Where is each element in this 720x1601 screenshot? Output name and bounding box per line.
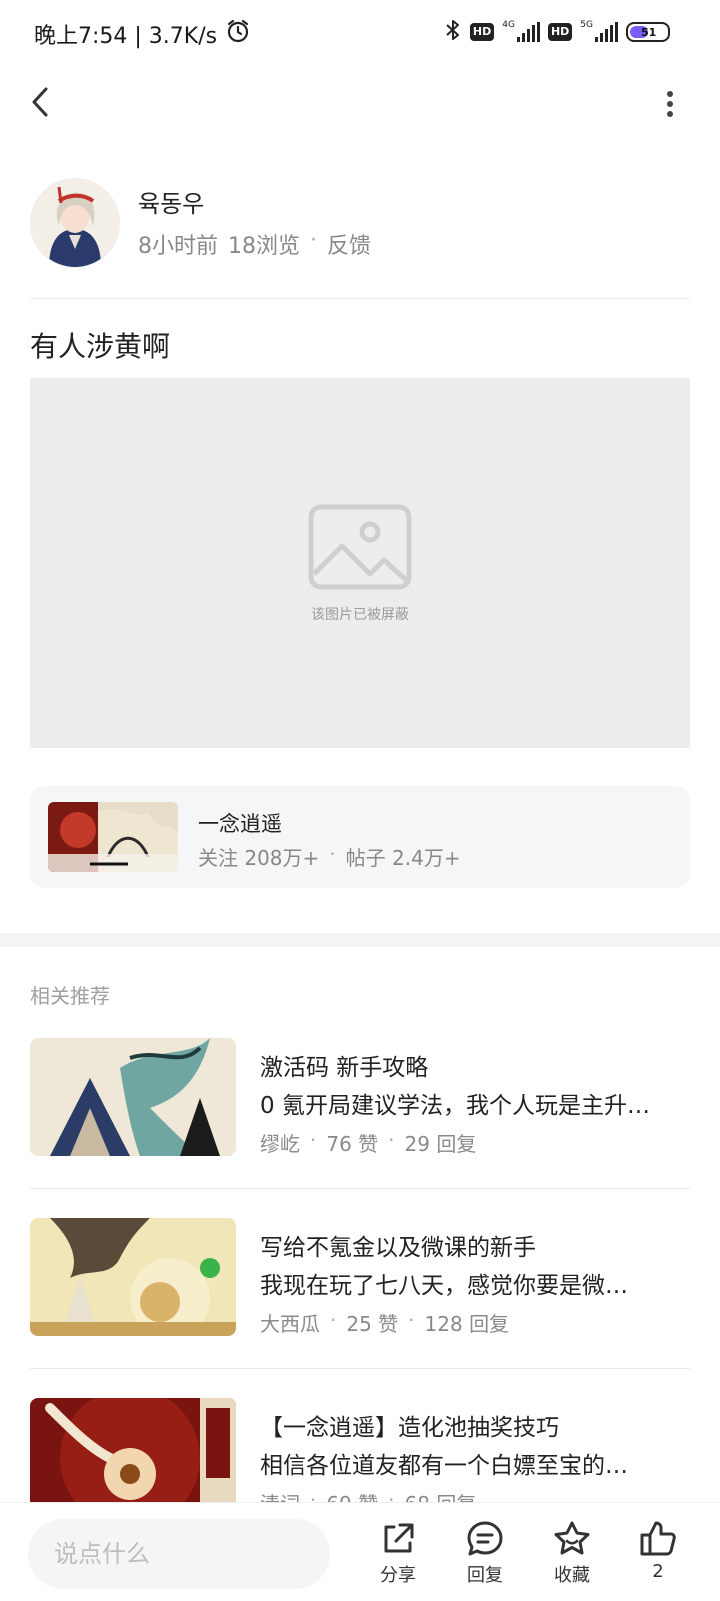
rec-separator: · xyxy=(408,1308,415,1332)
hd-badge: HD xyxy=(469,23,495,41)
network-label-5g: 5G xyxy=(580,20,593,30)
rec-replies: 29 回复 xyxy=(404,1132,477,1156)
post-meta: 8小时前 18浏览 · 反馈 xyxy=(138,228,371,260)
rec-excerpt: 0 氪开局建议学法，我个人玩是主升… xyxy=(260,1093,650,1119)
avatar[interactable] xyxy=(30,178,120,268)
post-time: 8小时前 xyxy=(138,234,218,259)
bottom-action-bar: 分享 回复 收藏 2 xyxy=(0,1502,720,1601)
rec-title: 【一念逍遥】造化池抽奖技巧 xyxy=(260,1415,559,1441)
rec-author: 大西瓜 xyxy=(260,1312,320,1336)
rec-author: 清词 xyxy=(260,1488,300,1502)
share-label: 分享 xyxy=(380,1565,416,1586)
favorite-button[interactable]: 收藏 xyxy=(537,1519,607,1595)
alarm-icon xyxy=(225,18,251,50)
rec-thumbnail xyxy=(30,1398,236,1502)
battery-level: 51 xyxy=(641,25,657,39)
meta-separator: · xyxy=(310,228,317,253)
signal-icon-2 xyxy=(595,22,618,42)
rec-title: 写给不氪金以及微课的新手 xyxy=(260,1235,536,1261)
rec-likes: 76 赞 xyxy=(326,1132,379,1156)
rec-title: 激活码 新手攻略 xyxy=(260,1055,429,1081)
like-count: 2 xyxy=(652,1561,664,1582)
signal-icon xyxy=(516,22,540,42)
rec-likes: 25 赞 xyxy=(346,1312,399,1336)
post-title: 有人涉黄啊 xyxy=(30,330,171,363)
list-item[interactable]: 激活码 新手攻略 0 氪开局建议学法，我个人玩是主升… 缪屹 · 76 赞 · … xyxy=(30,1038,690,1156)
game-name: 一念逍遥 xyxy=(198,812,282,836)
hd-badge-2: HD xyxy=(547,23,573,41)
rec-thumbnail xyxy=(30,1218,236,1336)
game-stats: 关注 208万+ · 帖子 2.4万+ xyxy=(198,842,461,871)
divider xyxy=(30,1188,690,1189)
rec-replies: 128 回复 xyxy=(424,1312,510,1336)
status-bar: 晚上7:54 | 3.7K/s HD 4G HD 5G 51 xyxy=(0,0,720,70)
rec-excerpt: 相信各位道友都有一个白嫖至宝的… xyxy=(260,1453,628,1479)
reply-icon xyxy=(467,1521,503,1556)
back-button[interactable] xyxy=(24,84,60,120)
section-gap xyxy=(0,933,720,947)
blocked-image-text: 该图片已被屏蔽 xyxy=(311,607,409,623)
favorite-label: 收藏 xyxy=(554,1565,590,1586)
rec-author: 缪屹 xyxy=(260,1132,300,1156)
rec-meta: 缪屹 · 76 赞 · 29 回复 xyxy=(260,1128,476,1157)
share-icon xyxy=(384,1523,414,1553)
status-time-speed: 晚上7:54 | 3.7K/s xyxy=(34,24,218,49)
favorite-star-icon xyxy=(554,1521,590,1555)
bluetooth-icon xyxy=(444,18,462,46)
back-arrow-icon xyxy=(32,87,48,117)
status-right: HD 4G HD 5G 51 xyxy=(444,18,670,46)
share-button[interactable]: 分享 xyxy=(363,1519,433,1595)
more-options-button[interactable] xyxy=(660,86,680,122)
rec-separator: · xyxy=(310,1488,317,1502)
like-thumb-icon xyxy=(640,1521,676,1556)
list-item[interactable]: 写给不氪金以及微课的新手 我现在玩了七八天，感觉你要是微… 大西瓜 · 25 赞… xyxy=(30,1218,690,1336)
feedback-link[interactable]: 反馈 xyxy=(327,228,371,260)
rec-likes: 69 赞 xyxy=(326,1488,378,1502)
divider xyxy=(30,1368,690,1369)
like-button[interactable]: 2 xyxy=(623,1519,693,1595)
post-author: 육동우 8小时前 18浏览 · 反馈 xyxy=(30,178,690,268)
more-vertical-icon xyxy=(667,91,673,117)
author-name[interactable]: 육동우 xyxy=(138,184,204,219)
rec-replies: 68 回复 xyxy=(405,1488,477,1502)
game-thumbnail xyxy=(48,802,178,872)
rec-separator: · xyxy=(310,1128,317,1152)
stats-separator: · xyxy=(329,842,336,866)
list-item[interactable]: 【一念逍遥】造化池抽奖技巧 相信各位道友都有一个白嫖至宝的… 清词 · 69 赞… xyxy=(30,1398,690,1502)
rec-separator: · xyxy=(388,1488,395,1502)
network-label-4g: 4G xyxy=(502,20,515,30)
top-nav-bar xyxy=(0,70,720,140)
status-left: 晚上7:54 | 3.7K/s xyxy=(34,18,251,50)
divider xyxy=(30,298,690,299)
rec-meta: 大西瓜 · 25 赞 · 128 回复 xyxy=(260,1308,509,1337)
battery-icon: 51 xyxy=(626,22,670,42)
recommend-section-title: 相关推荐 xyxy=(30,984,110,1008)
game-card[interactable]: 一念逍遥 关注 208万+ · 帖子 2.4万+ xyxy=(30,786,690,888)
rec-meta: 清词 · 69 赞 · 68 回复 xyxy=(260,1488,476,1502)
game-posts: 帖子 2.4万+ xyxy=(345,846,461,870)
comment-input[interactable] xyxy=(28,1519,330,1589)
post-views: 18浏览 xyxy=(228,234,300,259)
rec-separator: · xyxy=(388,1128,395,1152)
reply-label: 回复 xyxy=(467,1565,503,1586)
rec-separator: · xyxy=(330,1308,337,1332)
image-placeholder-icon xyxy=(308,504,412,590)
blocked-image[interactable]: 该图片已被屏蔽 xyxy=(30,378,690,748)
rec-excerpt: 我现在玩了七八天，感觉你要是微… xyxy=(260,1273,628,1299)
reply-button[interactable]: 回复 xyxy=(450,1519,520,1595)
game-followers: 关注 208万+ xyxy=(198,846,320,870)
rec-thumbnail xyxy=(30,1038,236,1156)
